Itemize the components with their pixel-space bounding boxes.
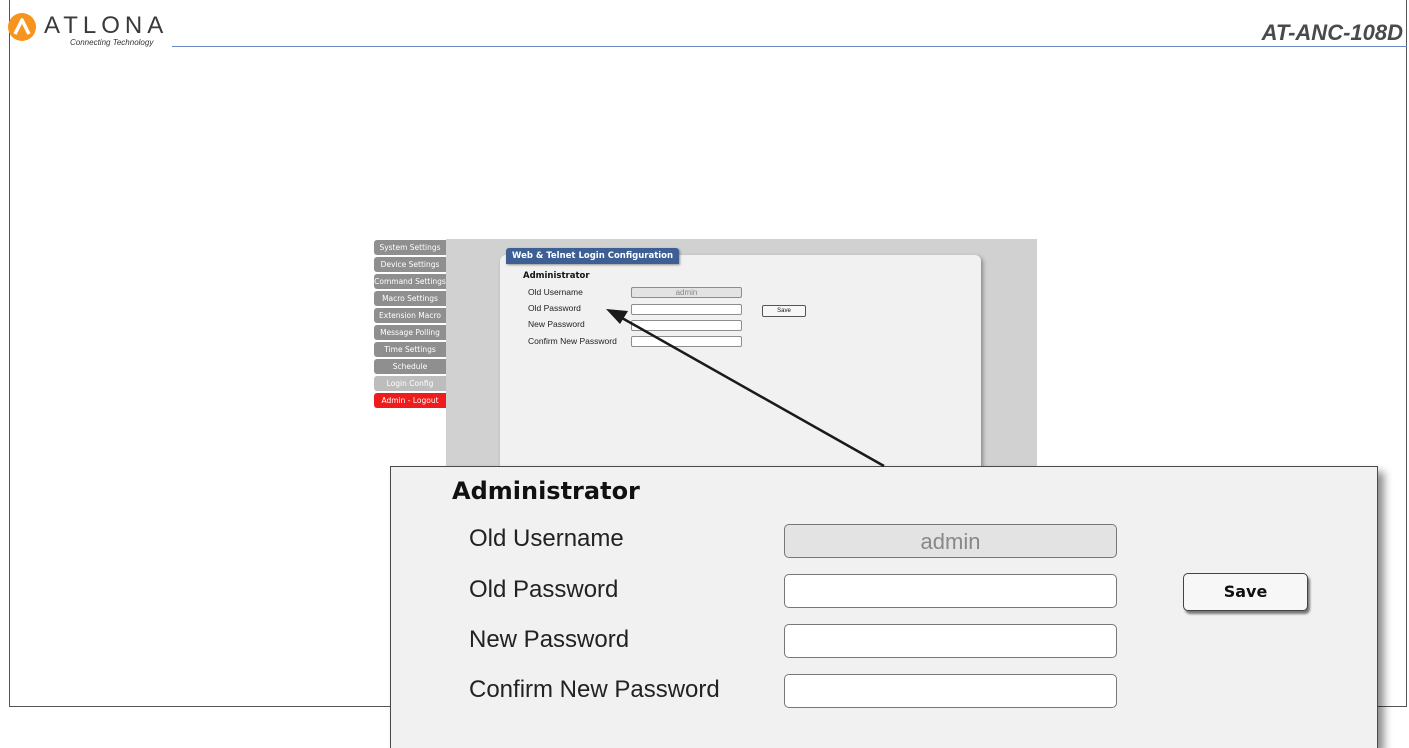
zoom-old-username-label: Old Username <box>469 525 624 552</box>
old-username-field: admin <box>631 287 742 298</box>
zoom-confirm-password-label: Confirm New Password <box>469 676 720 703</box>
zoom-section-heading: Administrator <box>452 477 640 505</box>
zoom-old-username-field: admin <box>784 524 1117 558</box>
confirm-password-label: Confirm New Password <box>528 336 617 346</box>
section-heading: Administrator <box>523 271 590 281</box>
sidebar-item-message-polling[interactable]: Message Polling <box>374 325 446 340</box>
sidebar-item-device-settings[interactable]: Device Settings <box>374 257 446 272</box>
new-password-label: New Password <box>528 319 585 329</box>
zoom-confirm-password-field[interactable] <box>784 674 1117 708</box>
old-password-field[interactable] <box>631 304 742 315</box>
model-name: AT-ANC-108D <box>1261 20 1403 45</box>
zoom-old-password-field[interactable] <box>784 574 1117 608</box>
panel-title-tab: Web & Telnet Login Configuration <box>506 248 680 264</box>
zoom-new-password-label: New Password <box>469 626 630 653</box>
sidebar-item-command-settings[interactable]: Command Settings <box>374 274 446 289</box>
brand-tagline: Connecting Technology <box>70 38 154 47</box>
sidebar-item-system-settings[interactable]: System Settings <box>374 240 446 255</box>
atlona-logo-icon <box>8 13 36 41</box>
header-divider <box>172 46 1407 47</box>
zoom-save-button[interactable]: Save <box>1183 573 1308 611</box>
old-username-label: Old Username <box>528 287 583 297</box>
zoom-new-password-field[interactable] <box>784 624 1117 658</box>
sidebar-item-login-config[interactable]: Login Config <box>374 376 446 391</box>
brand-name: ATLONA <box>44 12 169 39</box>
new-password-field[interactable] <box>631 320 742 331</box>
sidebar-item-macro-settings[interactable]: Macro Settings <box>374 291 446 306</box>
confirm-password-field[interactable] <box>631 336 742 347</box>
sidebar-item-extension-macro[interactable]: Extension Macro <box>374 308 446 323</box>
sidebar-item-time-settings[interactable]: Time Settings <box>374 342 446 357</box>
sidebar-item-schedule[interactable]: Schedule <box>374 359 446 374</box>
sidebar-menu: System Settings Device Settings Command … <box>374 240 446 410</box>
old-password-label: Old Password <box>528 303 581 313</box>
zoom-old-password-label: Old Password <box>469 576 619 603</box>
sidebar-item-admin-logout[interactable]: Admin - Logout <box>374 393 446 408</box>
save-button[interactable]: Save <box>762 305 806 317</box>
